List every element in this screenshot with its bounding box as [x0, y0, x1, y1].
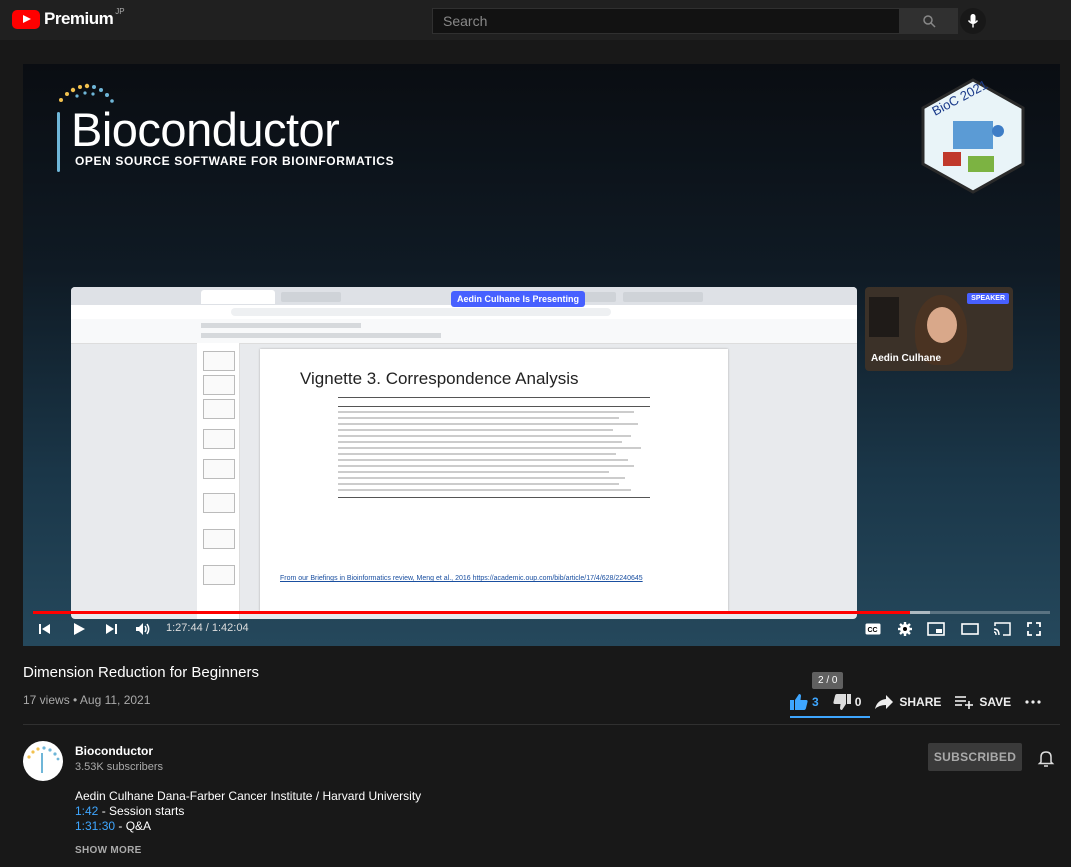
youtube-logo-icon	[12, 9, 40, 29]
settings-button[interactable]	[895, 620, 915, 638]
browser-url-bar	[71, 305, 857, 319]
thumbs-up-icon	[790, 694, 808, 710]
more-actions-button[interactable]	[1025, 700, 1041, 704]
search-input[interactable]	[433, 9, 893, 33]
miniplayer-button[interactable]	[925, 620, 947, 638]
slide-table	[338, 397, 650, 547]
settings-icon	[898, 622, 912, 636]
captions-button[interactable]: CC	[863, 620, 883, 638]
search-icon	[923, 15, 936, 28]
video-frame[interactable]: Bioconductor OPEN SOURCE SOFTWARE FOR BI…	[23, 64, 1060, 646]
region-label: JP	[115, 6, 125, 16]
voice-search-button[interactable]	[960, 8, 986, 34]
theater-button[interactable]	[959, 620, 981, 638]
divider	[23, 724, 1060, 725]
notification-bell-button[interactable]	[1036, 748, 1056, 768]
speaker-name: Aedin Culhane	[871, 353, 942, 364]
share-label: SHARE	[899, 695, 942, 709]
sentiment-bar	[790, 716, 870, 718]
share-icon	[875, 695, 894, 709]
show-more-button[interactable]: SHOW MORE	[75, 845, 142, 856]
share-button[interactable]: SHARE	[875, 695, 941, 709]
chapter-item: 1:42 - Session starts	[75, 804, 421, 819]
like-ratio-tooltip: 2 / 0	[812, 672, 844, 689]
slide-canvas: Vignette 3. Correspondence Analysis From…	[260, 349, 728, 611]
video-meta: 17 views • Aug 11, 2021	[23, 693, 151, 707]
video-player[interactable]: Bioconductor OPEN SOURCE SOFTWARE FOR BI…	[23, 64, 1060, 646]
subscribed-button[interactable]: SUBSCRIBED	[928, 743, 1022, 771]
dislike-count: 0	[854, 695, 862, 709]
play-button[interactable]	[69, 620, 89, 638]
save-button[interactable]: SAVE	[955, 695, 1011, 709]
video-actions: 3 0 SHARE SAVE	[790, 688, 1055, 716]
bioconductor-logo-bar	[57, 112, 60, 172]
theater-icon	[961, 623, 979, 635]
progress-played	[33, 611, 910, 614]
description-line: Aedin Culhane Dana-Farber Cancer Institu…	[75, 789, 422, 803]
miniplayer-icon	[927, 622, 945, 636]
like-count: 3	[812, 695, 819, 709]
shared-screen: Vignette 3. Correspondence Analysis From…	[71, 287, 857, 619]
save-label: SAVE	[979, 695, 1012, 709]
bioconductor-subtitle: OPEN SOURCE SOFTWARE FOR BIOINFORMATICS	[75, 154, 395, 168]
bioconductor-avatar-logo	[27, 746, 60, 773]
video-description: Aedin Culhane Dana-Farber Cancer Institu…	[75, 789, 421, 834]
bioc2021-hex-sticker: BioC 2021	[921, 77, 1025, 194]
more-horizontal-icon	[1025, 700, 1041, 704]
fullscreen-icon	[1027, 622, 1041, 636]
previous-button[interactable]	[35, 620, 55, 638]
play-icon	[74, 623, 85, 635]
brand-label: Premium	[44, 9, 114, 28]
bell-icon	[1037, 751, 1055, 767]
like-button[interactable]: 3	[790, 694, 819, 710]
bioconductor-title: Bioconductor	[71, 103, 340, 156]
chapter-timestamp-link[interactable]: 1:42	[75, 804, 98, 818]
channel-name[interactable]: Bioconductor	[75, 744, 153, 758]
slide-footer-link: From our Briefings in Bioinformatics rev…	[280, 575, 643, 582]
channel-avatar[interactable]	[23, 741, 63, 781]
cast-icon	[993, 622, 1011, 636]
captions-icon: CC	[865, 623, 881, 635]
volume-icon	[136, 623, 150, 635]
speaker-camera: SPEAKER Aedin Culhane	[865, 287, 1013, 371]
slides-toolbar	[71, 319, 857, 344]
search-button[interactable]	[900, 8, 958, 34]
chapter-label: - Q&A	[115, 819, 152, 833]
thumbs-down-icon	[833, 694, 851, 710]
svg-text:CC: CC	[868, 627, 878, 634]
playlist-add-icon	[955, 696, 974, 709]
volume-button[interactable]	[133, 620, 155, 638]
slide-heading: Vignette 3. Correspondence Analysis	[300, 369, 579, 388]
video-title: Dimension Reduction for Beginners	[23, 664, 259, 681]
subscriber-count: 3.53K subscribers	[75, 761, 164, 773]
time-display: 1:27:44 / 1:42:04	[166, 622, 249, 634]
youtube-premium-logo[interactable]: Premium JP	[12, 6, 125, 29]
progress-buffered	[910, 611, 930, 614]
fullscreen-button[interactable]	[1023, 620, 1045, 638]
speaker-badge: SPEAKER	[967, 293, 1009, 304]
next-icon	[106, 624, 117, 634]
next-button[interactable]	[101, 620, 121, 638]
presenting-banner: Aedin Culhane Is Presenting	[451, 291, 586, 307]
mic-icon	[967, 14, 979, 28]
previous-icon	[39, 624, 50, 634]
chapter-timestamp-link[interactable]: 1:31:30	[75, 819, 115, 833]
dislike-button[interactable]: 0	[833, 694, 862, 710]
chapter-label: - Session starts	[98, 804, 185, 818]
slide-thumbnails	[197, 343, 240, 619]
search-box	[432, 8, 900, 34]
cast-button[interactable]	[991, 620, 1013, 638]
chapter-item: 1:31:30 - Q&A	[75, 819, 421, 834]
